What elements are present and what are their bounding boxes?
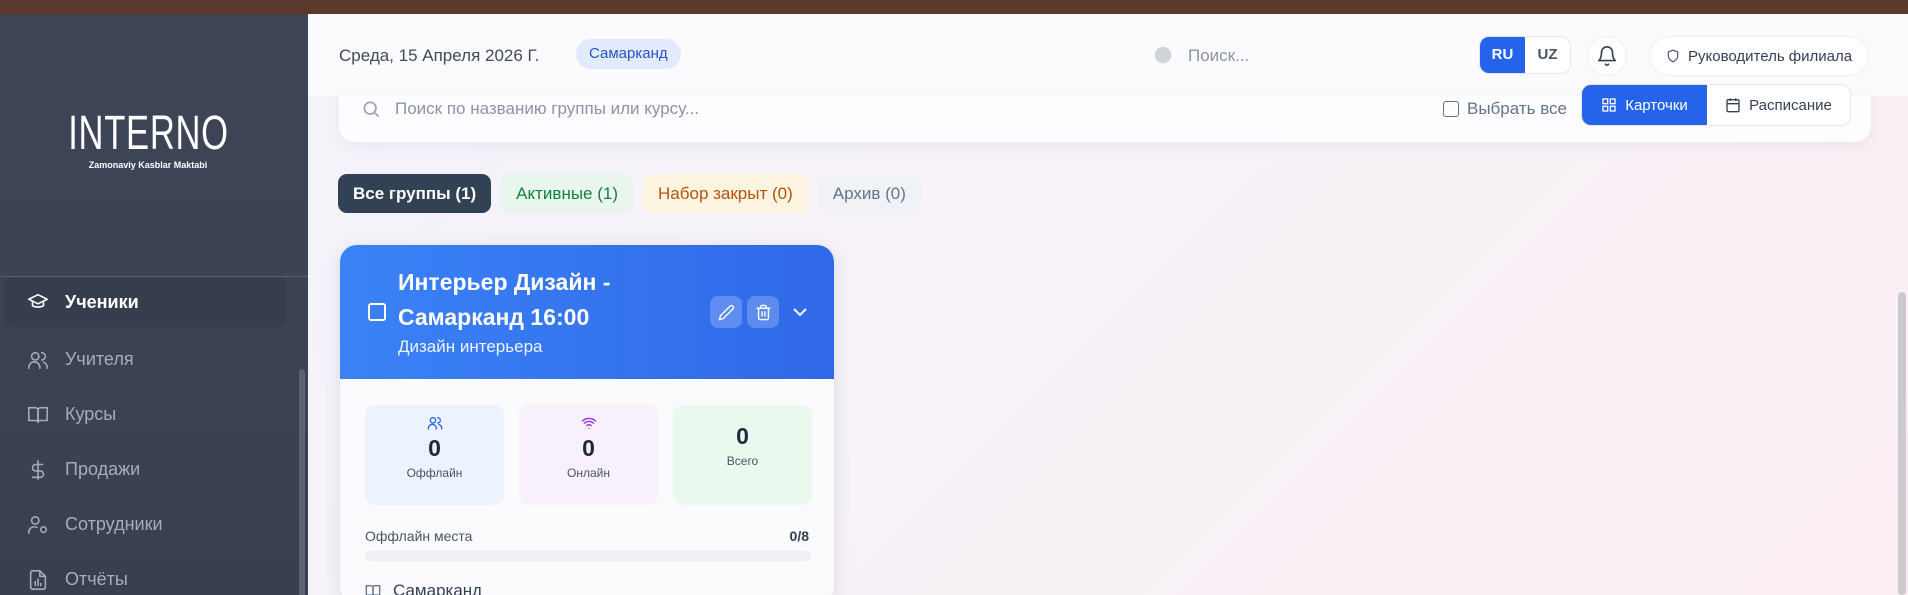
global-search-input[interactable] [1188, 42, 1458, 70]
sidebar-item-label: Ученики [65, 291, 139, 312]
role-label: Руководитель филиала [1688, 47, 1853, 65]
book-icon [365, 585, 381, 595]
branch-name: Самарканд [393, 581, 483, 595]
sidebar-item-courses[interactable]: Курсы [4, 387, 286, 442]
sidebar-item-label: Сотрудники [65, 514, 163, 534]
stat-label: Всего [726, 454, 759, 468]
view-cards-button[interactable]: Карточки [1582, 85, 1707, 125]
view-mode-toggle: Карточки Расписание [1581, 84, 1851, 126]
offline-seats-value: 0/8 [789, 528, 809, 544]
group-title: Интерьер Дизайн - Самарканд 16:00 [398, 269, 611, 330]
calendar-icon [1726, 98, 1740, 113]
checkbox-box [1443, 101, 1459, 117]
sidebar-item-label: Отчёты [65, 569, 128, 589]
tab-all-groups[interactable]: Все группы (1) [338, 174, 492, 213]
sidebar-item-teachers[interactable]: Учителя [4, 332, 286, 387]
users-icon [26, 348, 50, 372]
bell-icon [1597, 46, 1617, 66]
brand-logo[interactable]: INTERNO Zamonaviy Kasblar Maktabi [0, 107, 296, 171]
stat-online: 0 Онлайн [519, 405, 658, 505]
graduation-cap-icon [26, 290, 50, 314]
window-top-strip [0, 0, 1908, 14]
logo-wordmark: INTERNO [67, 107, 229, 160]
group-select-checkbox[interactable] [368, 303, 386, 321]
group-branch: Самарканд [365, 581, 482, 595]
logo-tagline: Zamonaviy Kasblar Maktabi [88, 160, 208, 170]
book-open-icon [26, 403, 50, 427]
stat-offline: 0 Оффлайн [365, 405, 504, 505]
stat-total: 0 Всего [673, 405, 812, 505]
dollar-icon [26, 458, 50, 482]
lang-uz-button[interactable]: UZ [1525, 37, 1570, 73]
edit-group-button[interactable] [710, 296, 742, 328]
main-content: Поиск по названию группы или курсу... Вы… [308, 84, 1908, 595]
grid-icon [1602, 98, 1616, 112]
stat-value: 0 [736, 423, 749, 449]
stat-label: Онлайн [567, 466, 610, 480]
role-menu-button[interactable]: Руководитель филиала [1649, 36, 1870, 76]
sidebar-item-students[interactable]: Ученики [4, 277, 286, 327]
report-icon [26, 568, 50, 592]
stat-value: 0 [582, 435, 595, 461]
tab-active[interactable]: Активные (1) [501, 174, 634, 213]
chevron-down-icon[interactable] [788, 300, 812, 324]
notifications-button[interactable] [1587, 36, 1627, 76]
tab-archive[interactable]: Архив (0) [817, 174, 921, 213]
city-badge: Самарканд [576, 39, 681, 69]
view-cards-label: Карточки [1625, 96, 1688, 114]
group-card-header: Интерьер Дизайн - Самарканд 16:00 Дизайн… [340, 245, 834, 379]
users-icon [427, 417, 442, 430]
group-search-input[interactable]: Поиск по названию группы или курсу... [395, 99, 699, 119]
sidebar-item-reports[interactable]: Отчёты [4, 552, 286, 595]
sidebar-item-staff[interactable]: Сотрудники [4, 497, 286, 552]
select-all-checkbox[interactable]: Выбрать все [1443, 99, 1567, 119]
language-switch: RU UZ [1479, 36, 1571, 74]
view-schedule-button[interactable]: Расписание [1707, 85, 1850, 125]
lang-ru-button[interactable]: RU [1480, 37, 1525, 73]
stat-label: Оффлайн [406, 466, 463, 480]
wifi-icon [581, 417, 596, 429]
search-icon [1153, 45, 1175, 67]
stat-value: 0 [428, 435, 441, 461]
sidebar-nav: Ученики Учителя Курсы Продажи Сотрудники [4, 277, 286, 595]
sidebar: INTERNO Zamonaviy Kasblar Maktabi Ученик… [0, 14, 308, 595]
shield-icon [1667, 49, 1679, 63]
offline-seats-progress [365, 551, 811, 561]
current-date: Среда, 15 Апреля 2026 Г. [339, 46, 540, 65]
group-status-tabs: Все группы (1) Активные (1) Набор закрыт… [338, 174, 921, 213]
view-schedule-label: Расписание [1749, 96, 1832, 114]
trash-icon [755, 304, 771, 320]
main-scrollbar[interactable] [1898, 292, 1906, 595]
tab-enrollment-closed[interactable]: Набор закрыт (0) [643, 174, 808, 213]
sidebar-item-sales[interactable]: Продажи [4, 442, 286, 497]
sidebar-item-label: Учителя [65, 349, 134, 369]
group-card[interactable]: Интерьер Дизайн - Самарканд 16:00 Дизайн… [339, 244, 835, 595]
sidebar-item-label: Продажи [65, 459, 141, 479]
group-filter-bar: Поиск по названию группы или курсу... Вы… [339, 84, 1871, 142]
select-all-label: Выбрать все [1467, 99, 1567, 118]
delete-group-button[interactable] [747, 296, 779, 328]
pencil-icon [718, 304, 734, 320]
search-icon [361, 99, 381, 119]
sidebar-item-label: Курсы [65, 404, 117, 424]
offline-seats-label: Оффлайн места [365, 528, 473, 544]
user-cog-icon [26, 513, 50, 537]
sidebar-scrollbar[interactable] [299, 369, 305, 595]
group-course: Дизайн интерьера [398, 337, 543, 356]
